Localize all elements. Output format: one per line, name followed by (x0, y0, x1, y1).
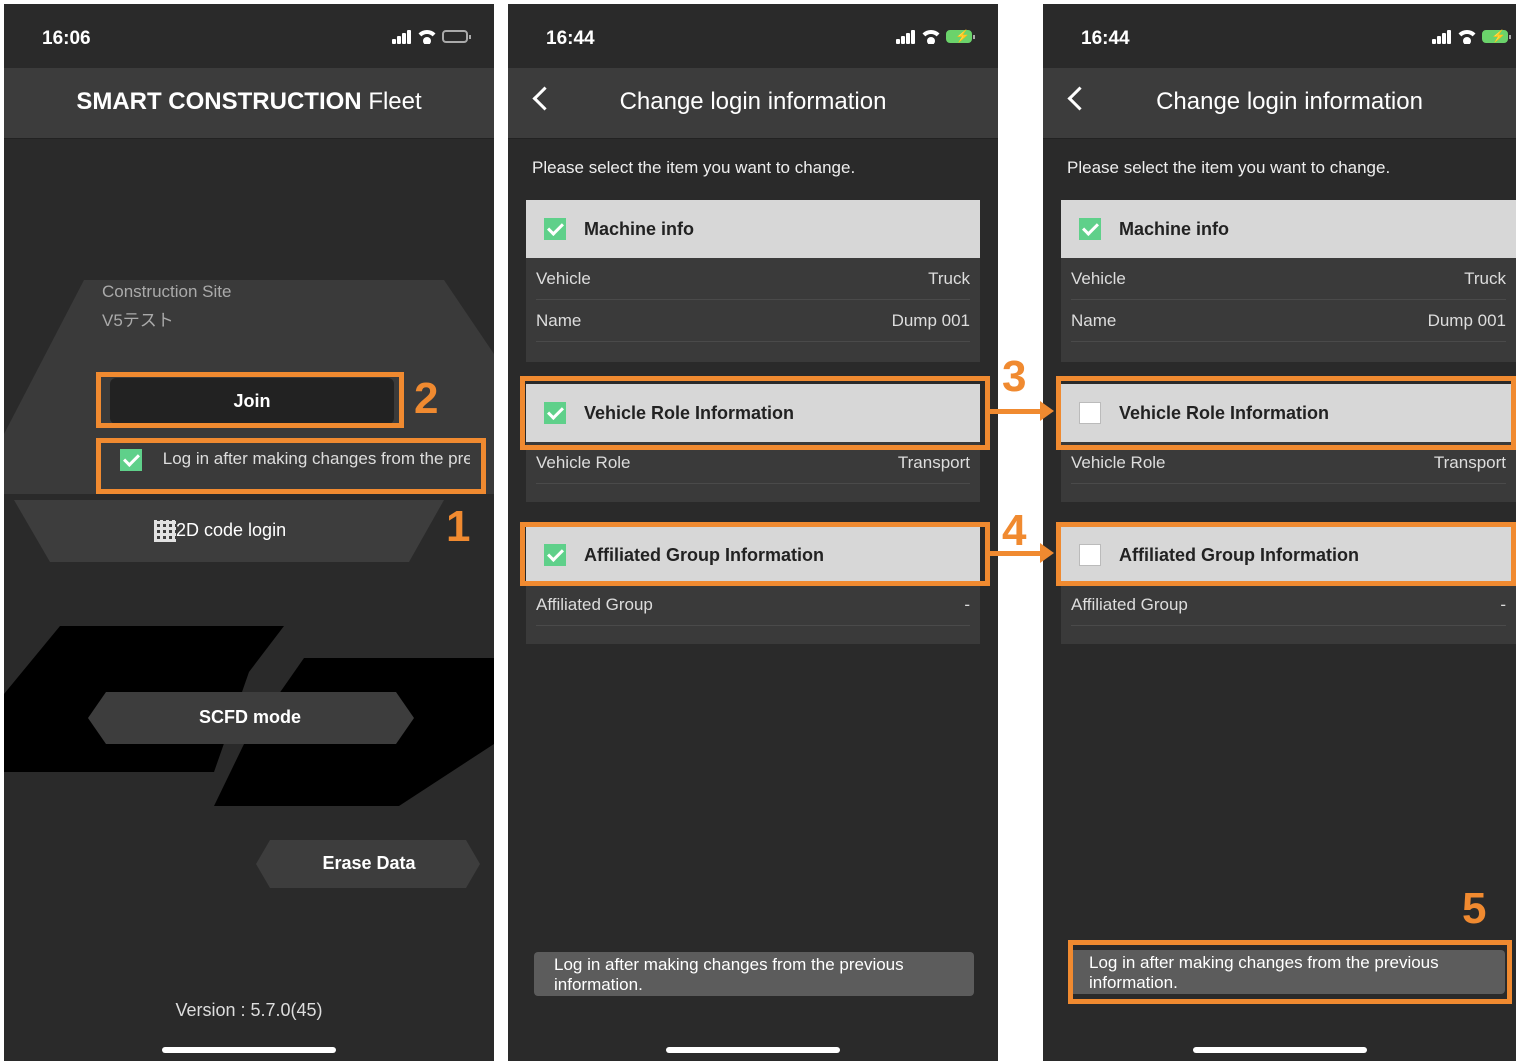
vehicle-value: Truck (1464, 268, 1506, 288)
affiliated-group-row: Affiliated Group - (1071, 584, 1506, 626)
login-screen: 16:06 SMART CONSTRUCTION Fleet Construct… (4, 4, 494, 1061)
signal-icon (1432, 28, 1452, 44)
name-value: Dump 001 (1427, 310, 1506, 330)
machine-info-title: Machine info (1119, 218, 1230, 239)
annotation-number-2: 2 (414, 374, 439, 423)
vehicle-role-value: Transport (897, 452, 970, 472)
name-row: Name Dump 001 (536, 300, 970, 342)
vehicle-value: Truck (928, 268, 970, 288)
name-row: Name Dump 001 (1071, 300, 1506, 342)
annotation-box-4-left (520, 522, 990, 586)
nav-bar: Change login information (508, 68, 998, 139)
vehicle-row: Vehicle Truck (536, 258, 970, 300)
instruction-text: Please select the item you want to chang… (532, 158, 856, 177)
machine-info-card: Machine info Vehicle Truck Name Dump 001 (526, 200, 980, 362)
annotation-box-3-left (520, 376, 990, 450)
annotation-number-3: 3 (1002, 352, 1027, 401)
nav-bar: Change login information (1043, 68, 1516, 139)
home-indicator (1192, 1047, 1367, 1053)
name-value: Dump 001 (891, 310, 970, 330)
annotation-box-2 (96, 372, 404, 428)
qr-login-label: 2D code login (176, 520, 287, 540)
name-label: Name (536, 310, 582, 330)
machine-info-checkbox[interactable] (1079, 218, 1101, 240)
annotation-number-5: 5 (1462, 884, 1487, 933)
vehicle-label: Vehicle (536, 268, 591, 288)
machine-info-header[interactable]: Machine info (526, 200, 980, 258)
status-time: 16:44 (1081, 28, 1130, 49)
affiliated-group-label: Affiliated Group (1071, 594, 1188, 614)
wifi-icon (922, 28, 940, 44)
affiliated-group-label: Affiliated Group (536, 594, 653, 614)
wifi-icon (1458, 28, 1476, 44)
status-bar: 16:44 ⚡ (508, 28, 998, 52)
login-after-changes-button[interactable]: Log in after making changes from the pre… (534, 952, 974, 996)
annotation-box-5 (1068, 940, 1512, 1004)
name-label: Name (1071, 310, 1117, 330)
vehicle-role-label: Vehicle Role (1071, 452, 1166, 472)
qr-code-icon (154, 520, 176, 543)
affiliated-group-value: - (1500, 594, 1506, 614)
annotation-box-1 (96, 438, 486, 494)
machine-info-checkbox[interactable] (544, 218, 566, 240)
battery-charging-icon: ⚡ (946, 29, 975, 43)
annotation-number-4: 4 (1002, 506, 1027, 555)
home-indicator (666, 1047, 840, 1053)
site-label: Construction Site (102, 282, 232, 301)
status-time: 16:44 (546, 28, 595, 49)
page-title: Change login information (619, 88, 887, 115)
signal-icon (896, 28, 916, 44)
machine-info-card: Machine info Vehicle Truck Name Dump 001 (1061, 200, 1516, 362)
version-text: Version : 5.7.0(45) (175, 1000, 323, 1020)
page-title: Change login information (1156, 88, 1423, 115)
site-name: V5テスト (102, 311, 174, 330)
annotation-number-1: 1 (446, 502, 471, 551)
scfd-mode-button[interactable]: SCFD mode (86, 692, 414, 742)
vehicle-label: Vehicle (1071, 268, 1126, 288)
annotation-box-3-right (1056, 376, 1516, 450)
battery-charging-icon: ⚡ (1482, 29, 1511, 43)
erase-data-button[interactable]: Erase Data (258, 840, 480, 886)
qr-login-button[interactable]: 2D code login (154, 520, 287, 543)
home-indicator (162, 1047, 336, 1053)
annotation-arrow-3 (990, 401, 1054, 421)
affiliated-group-row: Affiliated Group - (536, 584, 970, 626)
machine-info-title: Machine info (584, 218, 695, 239)
annotation-box-4-right (1056, 522, 1516, 586)
status-bar: 16:44 ⚡ (1043, 28, 1516, 52)
machine-info-header[interactable]: Machine info (1061, 200, 1516, 258)
vehicle-role-value: Transport (1433, 452, 1506, 472)
instruction-text: Please select the item you want to chang… (1067, 158, 1391, 177)
vehicle-role-label: Vehicle Role (536, 452, 631, 472)
vehicle-row: Vehicle Truck (1071, 258, 1506, 300)
affiliated-group-value: - (964, 594, 970, 614)
